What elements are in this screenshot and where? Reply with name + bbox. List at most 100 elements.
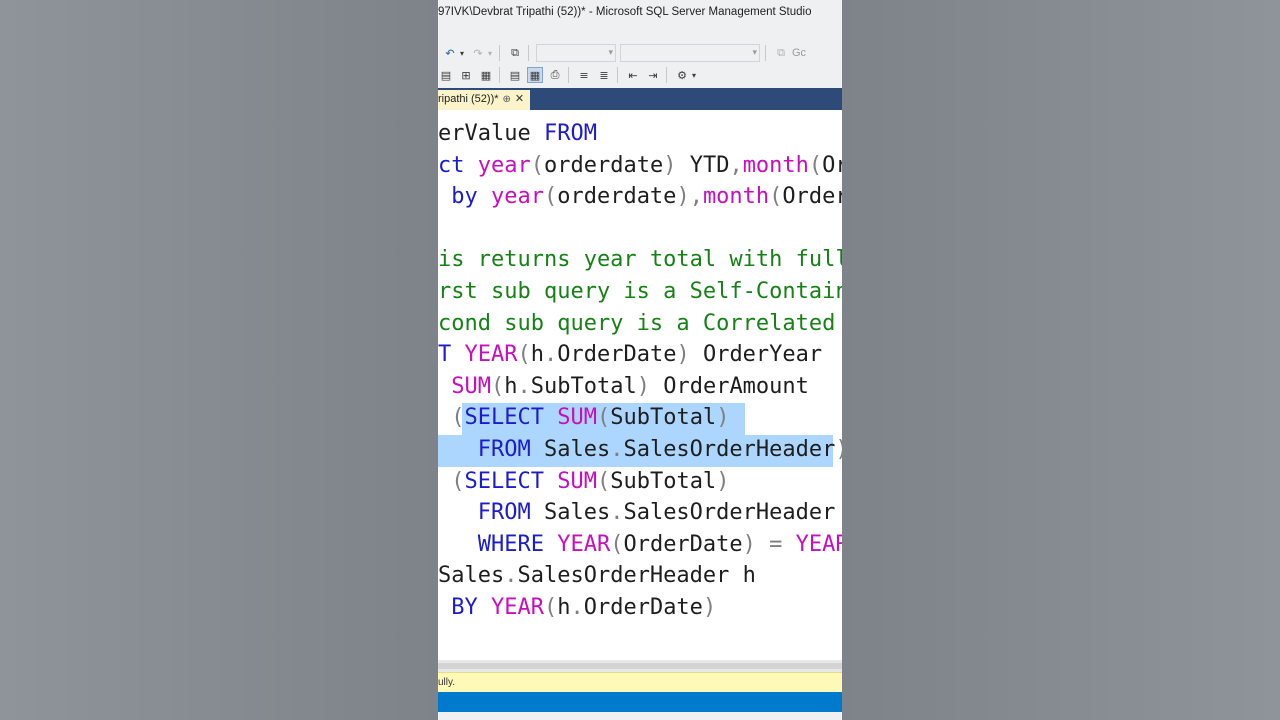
code-token: by: [438, 184, 491, 210]
uncomment-icon[interactable]: ≣: [596, 67, 612, 83]
code-token: ): [636, 373, 650, 399]
document-tab-strip: ripathi (52))* ⊕ ✕: [438, 88, 842, 110]
code-token: .: [543, 342, 558, 368]
code-line: by year(orderdate),month(Order: [438, 182, 842, 212]
decrease-indent-icon[interactable]: ⇤: [625, 67, 641, 83]
code-token: Sales: [438, 563, 505, 589]
toolbar-separator: [499, 45, 500, 61]
standard-toolbar: ↶ ▾ ↷ ▾ ⧉ ⧉ Gc: [438, 42, 842, 64]
code-token: OrderDate: [583, 595, 703, 620]
code-token: Or: [822, 152, 842, 178]
toolbar-overflow-icon[interactable]: ▾: [690, 67, 698, 83]
code-token: year: [490, 184, 544, 210]
redo-icon[interactable]: ↷: [470, 45, 486, 61]
code-token: (: [438, 405, 465, 431]
code-token: YEAR: [557, 531, 611, 557]
window-bottom-edge: [438, 712, 842, 720]
redo-dropdown-icon[interactable]: ▾: [486, 45, 494, 61]
code-token: OrderAmount: [649, 373, 809, 399]
code-token: SalesOrderHeader: [623, 437, 836, 462]
display-plan-icon[interactable]: ▦: [478, 67, 494, 83]
solution-configuration-combo[interactable]: [620, 44, 760, 62]
increase-indent-icon[interactable]: ⇥: [645, 67, 661, 83]
pin-icon[interactable]: ⊕: [503, 94, 511, 105]
code-line: ct year(orderdate) YTD,month(Or: [438, 151, 842, 181]
window-title-bar: 97IVK\Devbrat Tripathi (52))* - Microsof…: [438, 0, 842, 28]
find-icon[interactable]: ⧉: [773, 45, 789, 61]
code-token: SELECT: [464, 405, 558, 431]
window-title: 97IVK\Devbrat Tripathi (52))* - Microsof…: [438, 6, 812, 18]
code-line: FROM Sales.SalesOrderHeader): [438, 435, 842, 465]
results-to-text-icon[interactable]: ▤: [507, 67, 523, 83]
code-token: (: [610, 531, 624, 557]
code-token: month: [702, 184, 770, 210]
undo-icon[interactable]: ↶: [442, 45, 458, 61]
find-text[interactable]: Gc: [792, 47, 806, 59]
code-token: ): [702, 595, 717, 620]
code-token: (: [491, 373, 505, 399]
code-token: cond sub query is a Correlated: [438, 310, 842, 336]
code-token: (: [530, 152, 544, 178]
results-to-file-icon[interactable]: ⎙: [547, 67, 563, 83]
toolbar-separator: [568, 67, 569, 83]
tab-query-document[interactable]: ripathi (52))* ⊕ ✕: [438, 90, 530, 110]
code-token: OrderYear: [689, 342, 823, 368]
parse-icon[interactable]: ⊞: [458, 67, 474, 83]
code-token: SalesOrderHeader: [623, 500, 836, 526]
code-token: ): [676, 184, 690, 210]
specify-values-icon[interactable]: ⚙: [674, 67, 690, 83]
database-combo[interactable]: [536, 44, 616, 62]
status-message: ully.: [438, 677, 456, 688]
query-status-bar: ully.: [438, 672, 842, 693]
code-token: h: [530, 342, 544, 368]
code-token: is returns year total with full: [438, 247, 842, 273]
code-token: year: [477, 152, 531, 178]
code-token: month: [742, 152, 809, 178]
code-token: h: [504, 373, 518, 399]
close-icon[interactable]: ✕: [515, 93, 524, 105]
undo-dropdown-icon[interactable]: ▾: [458, 45, 466, 61]
code-token: SELECT: [464, 468, 558, 494]
code-token: .: [504, 563, 518, 589]
code-token: =: [755, 531, 796, 557]
code-token: (: [808, 152, 823, 178]
ssms-window: 97IVK\Devbrat Tripathi (52))* - Microsof…: [438, 0, 842, 720]
code-token: OrderDate: [623, 531, 743, 557]
connect-icon[interactable]: ▤: [438, 67, 454, 83]
code-token: (: [543, 595, 558, 620]
code-token: (: [769, 184, 783, 210]
code-line: WHERE YEAR(OrderDate) = YEAR: [438, 530, 842, 560]
code-token: Sales: [543, 437, 611, 462]
code-token: ): [742, 531, 756, 557]
code-line: rst sub query is a Self-Contain: [438, 277, 842, 307]
code-token: SUM: [451, 373, 491, 399]
code-token: FROM: [438, 500, 544, 526]
code-token: Order: [782, 184, 842, 210]
results-window-icon[interactable]: ⧉: [507, 45, 523, 61]
code-token: ,: [689, 184, 703, 210]
code-token: SubTotal: [610, 468, 717, 494]
code-token: orderdate: [543, 152, 664, 178]
tab-label: ripathi (52))*: [438, 93, 499, 105]
comment-icon[interactable]: ≡: [576, 67, 592, 83]
code-line: (SELECT SUM(SubTotal): [438, 403, 729, 433]
query-editor[interactable]: erValue FROM ct year(orderdate) YTD,month…: [438, 110, 842, 660]
code-token: FROM: [438, 437, 544, 462]
horizontal-scrollbar[interactable]: [438, 660, 842, 672]
code-token: ): [676, 342, 690, 368]
code-token: WHERE: [438, 531, 558, 557]
code-token: ): [716, 405, 730, 431]
code-token: .: [517, 373, 531, 399]
code-token: erValue: [438, 121, 544, 146]
code-line: SUM(h.SubTotal) OrderAmount: [438, 372, 809, 402]
scrollbar-thumb[interactable]: [438, 663, 842, 669]
code-token: (: [596, 468, 611, 494]
code-token: ): [663, 152, 677, 178]
code-line: (SELECT SUM(SubTotal): [438, 467, 729, 497]
code-token: .: [610, 500, 624, 526]
background-right: [842, 0, 1280, 720]
code-token: YTD: [676, 152, 730, 178]
code-token: SUM: [557, 405, 597, 431]
results-to-grid-icon[interactable]: ▦: [527, 67, 543, 83]
